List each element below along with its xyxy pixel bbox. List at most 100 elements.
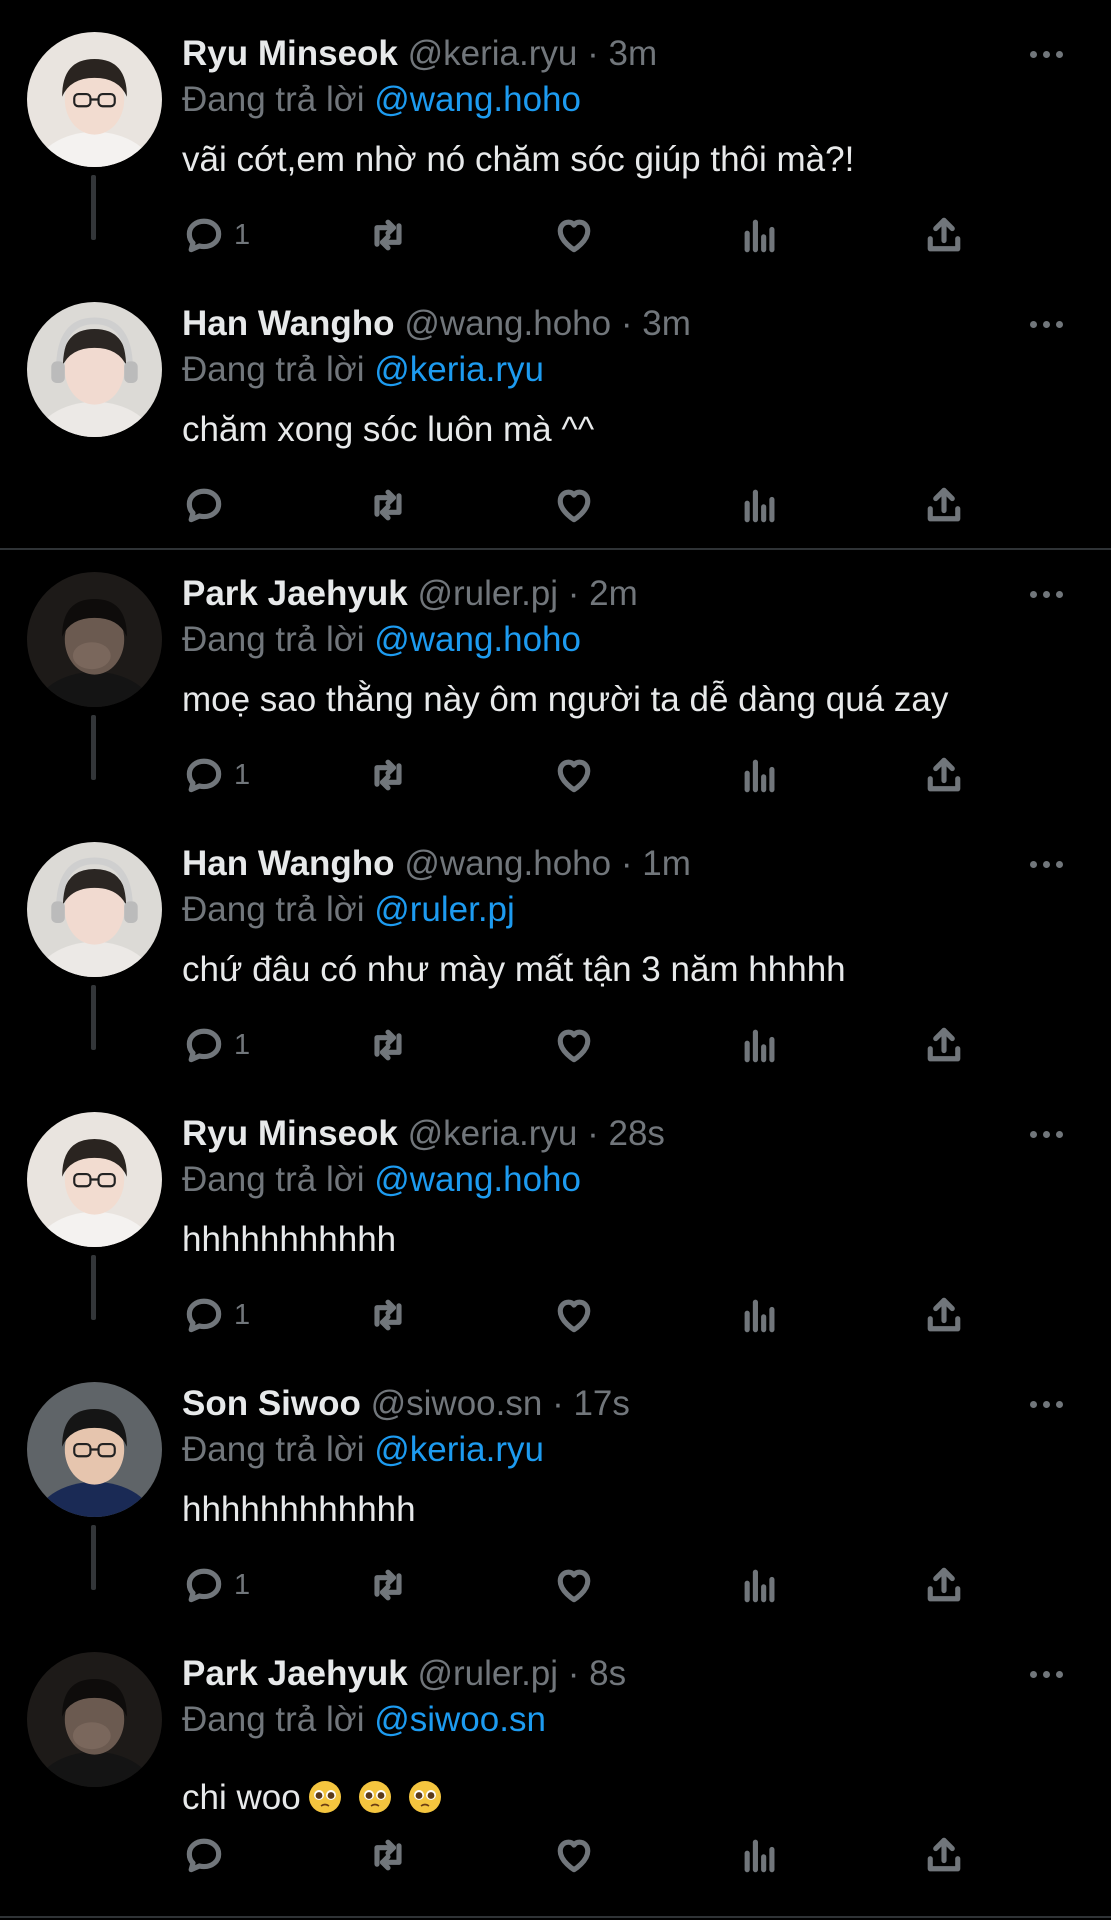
views-button[interactable] — [738, 745, 782, 805]
more-icon[interactable] — [1021, 842, 1071, 886]
share-button[interactable] — [922, 1285, 966, 1345]
reply-button[interactable]: 1 — [182, 205, 250, 265]
avatar[interactable] — [27, 1652, 162, 1787]
tweet[interactable]: Son Siwoo @siwoo.sn · 17s Đang trả lời @… — [0, 1350, 1111, 1620]
tweet[interactable]: Ryu Minseok @keria.ryu · 28s Đang trả lờ… — [0, 1080, 1111, 1350]
share-button[interactable] — [922, 1555, 966, 1615]
display-name[interactable]: Ryu Minseok — [182, 34, 398, 73]
mention-link[interactable]: @wang.hoho — [374, 620, 581, 659]
more-icon[interactable] — [1021, 1112, 1071, 1156]
mention-link[interactable]: @wang.hoho — [374, 1160, 581, 1199]
like-button[interactable] — [552, 1555, 596, 1615]
tweet-text: vãi cớt,em nhờ nó chăm sóc giúp thôi mà?… — [182, 138, 854, 182]
like-button[interactable] — [552, 475, 596, 535]
display-name[interactable]: Ryu Minseok — [182, 1114, 398, 1153]
share-button[interactable] — [922, 1825, 966, 1885]
mention-link[interactable]: @keria.ryu — [374, 350, 544, 389]
action-bar: 1 — [182, 1555, 982, 1615]
like-button[interactable] — [552, 1285, 596, 1345]
tweet-text: hhhhhhhhhhh — [182, 1218, 396, 1262]
reply-button[interactable]: 1 — [182, 1285, 250, 1345]
handle[interactable]: @ruler.pj — [417, 574, 558, 613]
reply-button[interactable]: 1 — [182, 745, 250, 805]
avatar[interactable] — [27, 572, 162, 707]
views-button[interactable] — [738, 205, 782, 265]
reply-count: 1 — [234, 758, 251, 791]
more-icon[interactable] — [1021, 572, 1071, 616]
mention-link[interactable]: @keria.ryu — [374, 1430, 544, 1469]
tweet[interactable]: Han Wangho @wang.hoho · 1m Đang trả lời … — [0, 810, 1111, 1080]
reply-button[interactable]: 1 — [182, 1015, 250, 1075]
avatar[interactable] — [27, 302, 162, 437]
retweet-button[interactable] — [366, 1015, 410, 1075]
timestamp[interactable]: · 28s — [587, 1114, 665, 1153]
like-button[interactable] — [552, 205, 596, 265]
retweet-button[interactable] — [366, 205, 410, 265]
views-icon — [738, 753, 782, 797]
views-button[interactable] — [738, 1285, 782, 1345]
like-button[interactable] — [552, 745, 596, 805]
tweet[interactable]: Park Jaehyuk @ruler.pj · 2m Đang trả lời… — [0, 540, 1111, 810]
handle[interactable]: @wang.hoho — [404, 304, 611, 343]
mention-link[interactable]: @wang.hoho — [374, 80, 581, 119]
more-icon[interactable] — [1021, 302, 1071, 346]
reply-icon — [182, 1293, 226, 1337]
views-button[interactable] — [738, 475, 782, 535]
retweet-button[interactable] — [366, 475, 410, 535]
more-icon[interactable] — [1021, 32, 1071, 76]
tweet[interactable]: Park Jaehyuk @ruler.pj · 8s Đang trả lời… — [0, 1620, 1111, 1890]
action-bar — [182, 475, 982, 535]
avatar[interactable] — [27, 1112, 162, 1247]
tweet[interactable]: Ryu Minseok @keria.ryu · 3m Đang trả lời… — [0, 0, 1111, 270]
retweet-button[interactable] — [366, 1825, 410, 1885]
section-divider — [0, 1916, 1111, 1918]
avatar[interactable] — [27, 842, 162, 977]
replying-to: Đang trả lời @keria.ryu — [182, 348, 544, 392]
avatar[interactable] — [27, 1382, 162, 1517]
share-button[interactable] — [922, 1015, 966, 1075]
timestamp[interactable]: · 8s — [568, 1654, 626, 1693]
timestamp[interactable]: · 3m — [621, 304, 691, 343]
retweet-button[interactable] — [366, 745, 410, 805]
reply-button[interactable] — [182, 1825, 234, 1885]
handle[interactable]: @keria.ryu — [408, 34, 578, 73]
views-button[interactable] — [738, 1825, 782, 1885]
timestamp[interactable]: · 1m — [621, 844, 691, 883]
views-icon — [738, 1293, 782, 1337]
share-button[interactable] — [922, 475, 966, 535]
reply-count: 1 — [234, 1028, 251, 1061]
display-name[interactable]: Park Jaehyuk — [182, 1654, 408, 1693]
display-name[interactable]: Han Wangho — [182, 304, 395, 343]
display-name[interactable]: Han Wangho — [182, 844, 395, 883]
tweet-header: Han Wangho @wang.hoho · 3m — [182, 302, 691, 346]
pleading-face-emoji — [401, 1778, 443, 1817]
handle[interactable]: @siwoo.sn — [371, 1384, 543, 1423]
like-button[interactable] — [552, 1015, 596, 1075]
timestamp[interactable]: · 17s — [552, 1384, 630, 1423]
tweet[interactable]: Han Wangho @wang.hoho · 3m Đang trả lời … — [0, 270, 1111, 540]
reply-count: 1 — [234, 1298, 251, 1331]
handle[interactable]: @wang.hoho — [404, 844, 611, 883]
avatar[interactable] — [27, 32, 162, 167]
tweet-body: chi woo — [182, 1778, 301, 1817]
more-icon[interactable] — [1021, 1652, 1071, 1696]
like-button[interactable] — [552, 1825, 596, 1885]
reply-button[interactable]: 1 — [182, 1555, 250, 1615]
more-icon[interactable] — [1021, 1382, 1071, 1426]
share-button[interactable] — [922, 745, 966, 805]
views-button[interactable] — [738, 1015, 782, 1075]
retweet-button[interactable] — [366, 1555, 410, 1615]
mention-link[interactable]: @ruler.pj — [374, 890, 515, 929]
retweet-button[interactable] — [366, 1285, 410, 1345]
handle[interactable]: @keria.ryu — [408, 1114, 578, 1153]
display-name[interactable]: Son Siwoo — [182, 1384, 361, 1423]
share-icon — [922, 213, 966, 257]
share-button[interactable] — [922, 205, 966, 265]
display-name[interactable]: Park Jaehyuk — [182, 574, 408, 613]
handle[interactable]: @ruler.pj — [417, 1654, 558, 1693]
reply-button[interactable] — [182, 475, 234, 535]
timestamp[interactable]: · 3m — [587, 34, 657, 73]
mention-link[interactable]: @siwoo.sn — [374, 1700, 546, 1739]
timestamp[interactable]: · 2m — [568, 574, 638, 613]
views-button[interactable] — [738, 1555, 782, 1615]
